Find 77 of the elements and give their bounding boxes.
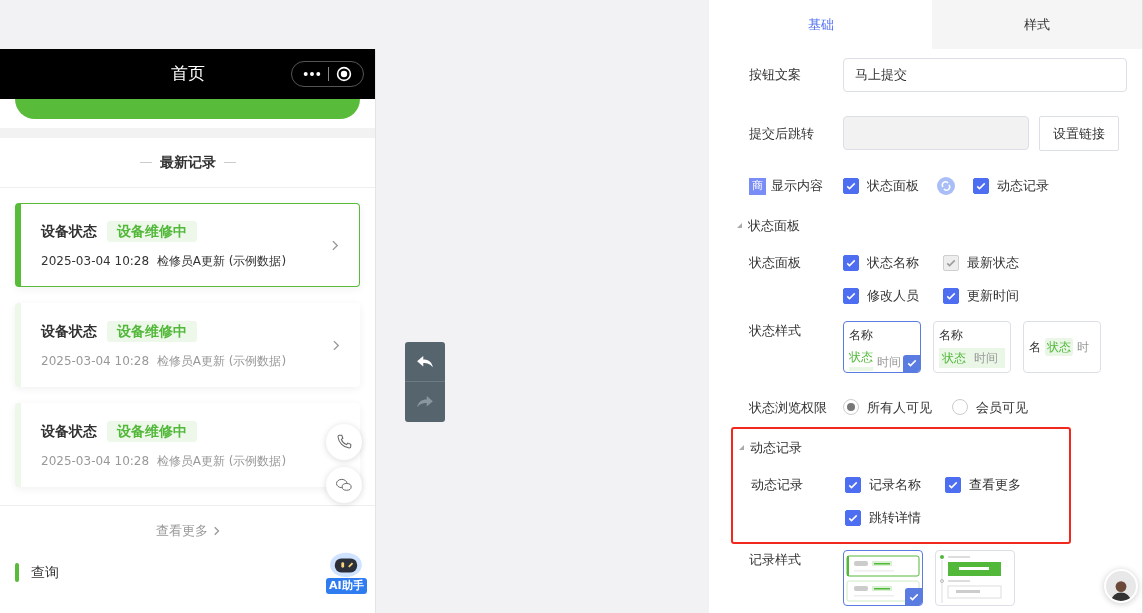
checkbox[interactable] [973,178,989,194]
checkbox[interactable] [843,254,859,271]
checkbox[interactable] [943,287,959,304]
record-label: 设备状态 [41,321,97,341]
status-style-option[interactable]: 名称 状态 时间 [933,320,1011,373]
field-label: 显示内容 [771,177,823,196]
phone-icon [335,433,353,451]
set-link-button[interactable]: 设置链接 [1039,116,1119,151]
link-input[interactable] [843,116,1029,150]
style-time-text: 时间 [877,353,901,371]
chat-bubbles-icon [335,476,353,494]
chevron-right-icon [332,239,339,251]
more-icon[interactable] [303,71,322,77]
checkbox-label: 查看更多 [969,475,1021,494]
field-label: 状态样式 [749,321,802,340]
status-style-option[interactable]: 名称 状态 时间 [843,320,921,373]
checkbox[interactable] [945,476,961,493]
checkbox[interactable] [845,476,861,493]
status-style-option[interactable]: 名 状态 时 [1023,320,1101,373]
field-label: 状态浏览权限 [749,398,828,417]
style-name-text: 名称 [849,326,874,344]
style-status-text: 状态 [1047,338,1071,356]
status-tag: 设备维修中 [107,220,197,242]
shop-badge-icon: 商 [749,177,766,195]
section-title: 动态记录 [750,439,802,457]
checkbox-label: 记录名称 [869,475,921,494]
style-status-text: 状态 [942,349,966,367]
record-card[interactable]: 设备状态 设备维修中 2025-03-04 10:28 检修员A更新 (示例数据) [15,203,360,287]
checkbox[interactable] [843,287,859,304]
field-label: 动态记录 [751,475,804,494]
redo-arrow-icon [416,395,434,409]
checkbox[interactable] [843,178,859,194]
field-label: 记录样式 [749,551,802,569]
field-label: 提交后跳转 [749,124,815,143]
field-label: 按钮文案 [749,66,802,84]
checkbox-label: 最新状态 [967,253,1019,272]
record-meta: 2025-03-04 10:28 检修员A更新 (示例数据) [41,452,288,470]
record-label: 设备状态 [41,421,97,441]
checkmark-icon [975,180,987,192]
checkmark-icon [845,180,857,192]
undo-arrow-icon [416,354,434,369]
submit-button[interactable] [15,99,360,119]
style-name-text: 名称 [939,326,964,344]
style-name-text: 名 [1029,338,1041,356]
status-tag: 设备维修中 [107,420,197,442]
checkbox-label: 动态记录 [997,177,1049,196]
section-title: 状态面板 [748,217,800,235]
section-title: 最新记录 [159,153,216,172]
status-tag: 设备维修中 [107,320,197,342]
tab[interactable]: 样式 [932,0,1142,49]
record-meta: 2025-03-04 10:28 检修员A更新 (示例数据) [41,252,288,270]
record-card[interactable]: 设备状态 设备维修中 2025-03-04 10:28 检修员A更新 (示例数据) [15,303,360,387]
page-title: 首页 [170,62,205,86]
field-label: 状态面板 [749,253,802,272]
section-heading: 查询 [31,563,59,582]
record-meta: 2025-03-04 10:28 检修员A更新 (示例数据) [41,352,288,370]
text-input[interactable]: 马上提交 [843,58,1127,92]
chevron-right-icon [213,526,220,536]
target-icon[interactable] [335,66,352,82]
record-card[interactable]: 设备状态 设备维修中 2025-03-04 10:28 检修员A更新 (示例数据) [15,403,360,487]
style-status-text: 状态 [849,348,873,366]
record-label: 设备状态 [41,221,97,241]
checkbox-label: 状态名称 [867,253,919,272]
checkbox-label: 状态面板 [867,177,919,196]
radio-label: 会员可见 [976,398,1028,417]
checkbox-label: 修改人员 [867,286,919,305]
checkbox-label: 更新时间 [967,286,1019,305]
checkbox-label: 跳转详情 [869,508,921,527]
style-time-text: 时间 [974,349,998,367]
radio-label: 所有人可见 [867,398,932,417]
chevron-right-icon [333,339,340,351]
collapse-triangle-icon[interactable] [737,223,742,229]
collapse-triangle-icon[interactable] [739,445,744,451]
assistant-label[interactable]: AI助手 [326,578,367,594]
style-time-text: 时 [1077,338,1089,356]
avatar[interactable] [1104,569,1138,603]
checkbox[interactable] [845,509,861,526]
